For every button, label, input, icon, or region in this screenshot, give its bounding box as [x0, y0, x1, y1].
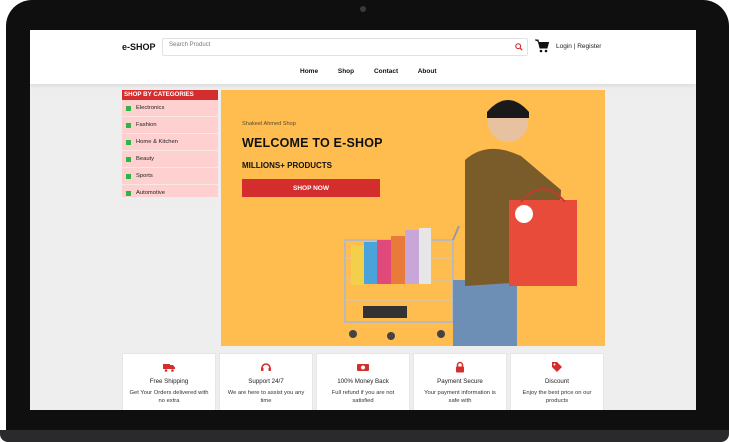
feature-desc: We are here to assist you any time — [227, 390, 305, 404]
category-label: Home & Kitchen — [136, 139, 178, 145]
hero-subtitle: MILLIONS+ PRODUCTS — [242, 161, 333, 170]
laptop-base — [0, 430, 729, 442]
tag-icon — [552, 362, 562, 372]
category-item[interactable]: Sports — [122, 168, 218, 185]
feature-title: Payment Secure — [437, 378, 483, 385]
login-register-link[interactable]: Login | Register — [556, 43, 601, 50]
feature-title: Discount — [544, 378, 570, 385]
feature-card: Free Shipping Get Your Orders delivered … — [122, 353, 216, 410]
feature-card: Support 24/7 We are here to assist you a… — [219, 353, 313, 410]
bullet-icon — [126, 173, 131, 179]
feature-desc: Full refund if you are not satisfied — [331, 390, 395, 404]
search-icon[interactable] — [515, 43, 523, 51]
nav-shop[interactable]: Shop — [338, 68, 354, 75]
shopping-cart-illustration — [344, 225, 460, 340]
nav-about[interactable]: About — [418, 68, 437, 75]
bullet-icon — [126, 139, 131, 145]
feature-title: 100% Money Back — [337, 378, 389, 385]
search-placeholder: Search Product — [169, 42, 211, 48]
cart-icon[interactable] — [535, 39, 549, 53]
category-item[interactable]: Automotive — [122, 185, 218, 202]
category-sidebar: SHOP BY CATEGORIES Electronics Fashion H… — [122, 90, 218, 202]
truck-icon — [163, 364, 175, 372]
category-label: Fashion — [136, 122, 157, 128]
hero-title: WELCOME TO E-SHOP — [242, 136, 383, 150]
feature-title: Support 24/7 — [248, 378, 284, 385]
feature-desc: Get Your Orders delivered with no extra — [129, 390, 209, 404]
browser-viewport: e-SHOP Search Product Login | Register H… — [30, 30, 696, 410]
hero-small-text: Shakeel Ahmed Shop — [242, 121, 296, 127]
category-item[interactable]: Home & Kitchen — [122, 134, 218, 151]
nav-home[interactable]: Home — [300, 68, 318, 75]
main-nav: Home Shop Contact About — [300, 68, 455, 75]
category-item[interactable]: Electronics — [122, 100, 218, 117]
category-label: Sports — [136, 173, 153, 179]
sidebar-title: SHOP BY CATEGORIES — [122, 90, 218, 100]
category-label: Beauty — [136, 156, 155, 162]
site-header: e-SHOP Search Product Login | Register H… — [30, 30, 696, 84]
laptop-frame: e-SHOP Search Product Login | Register H… — [0, 0, 729, 442]
hero-illustration — [344, 100, 577, 346]
shop-now-button[interactable]: SHOP NOW — [242, 179, 380, 197]
category-item[interactable]: Fashion — [122, 117, 218, 134]
feature-card: Discount Enjoy the best price on our pro… — [510, 353, 604, 410]
category-label: Electronics — [136, 105, 165, 111]
category-label: Automotive — [136, 190, 165, 196]
headset-icon — [261, 363, 271, 371]
lock-icon — [456, 361, 464, 373]
bullet-icon — [126, 190, 131, 196]
feature-card: Payment Secure Your payment information … — [413, 353, 507, 410]
hero-banner: Shakeel Ahmed Shop WELCOME TO E-SHOP MIL… — [221, 90, 605, 346]
camera-icon — [360, 6, 366, 12]
feature-desc: Enjoy the best price on our products — [522, 390, 592, 404]
nav-contact[interactable]: Contact — [374, 68, 398, 75]
search-input[interactable]: Search Product — [162, 38, 528, 56]
money-icon — [357, 364, 369, 371]
bullet-icon — [126, 156, 131, 162]
bullet-icon — [126, 122, 131, 128]
feature-card: 100% Money Back Full refund if you are n… — [316, 353, 410, 410]
feature-desc: Your payment information is safe with — [424, 390, 496, 404]
bullet-icon — [126, 105, 131, 111]
shopper-illustration — [453, 100, 577, 346]
category-item[interactable]: Beauty — [122, 151, 218, 168]
feature-title: Free Shipping — [149, 378, 189, 385]
site-logo[interactable]: e-SHOP — [122, 42, 156, 52]
